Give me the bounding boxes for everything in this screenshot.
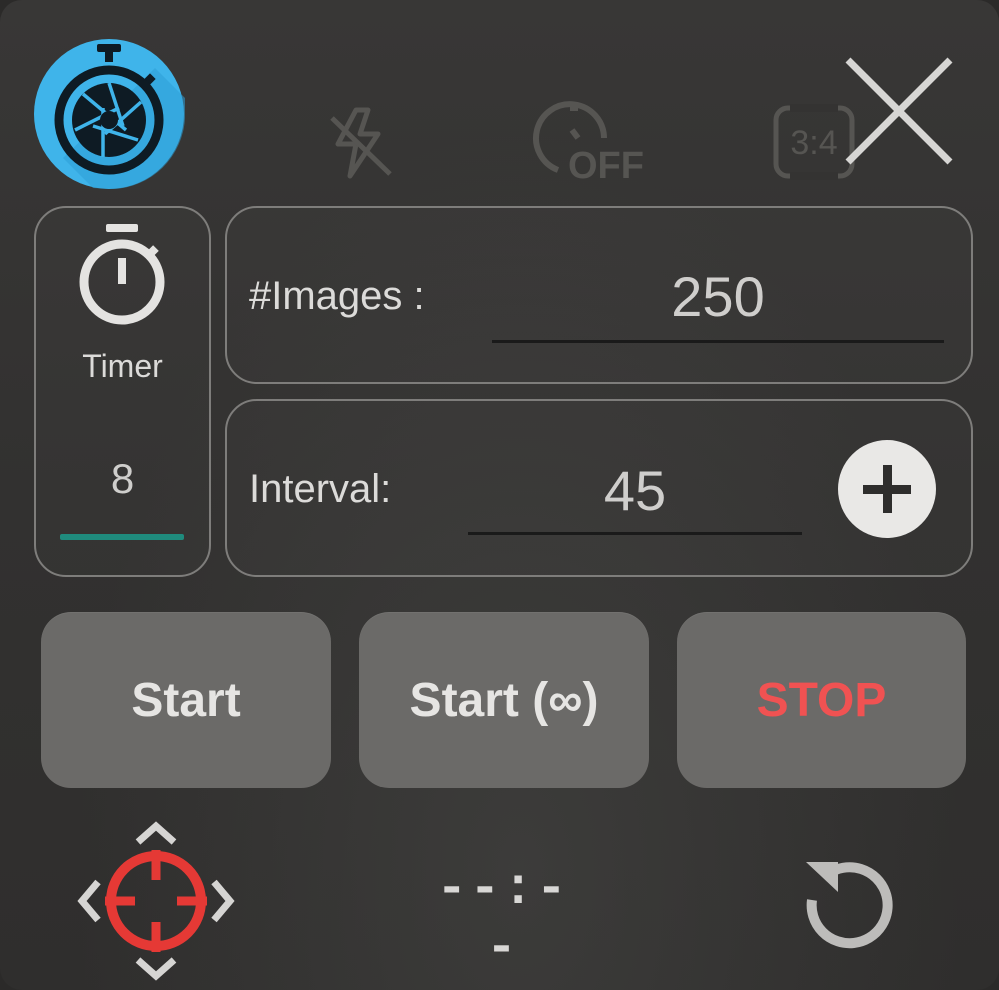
stopwatch-aperture-icon[interactable] bbox=[33, 38, 185, 190]
intervalometer-panel: OFF 3:4 Timer 8 #Images : 250 Interval: … bbox=[0, 0, 999, 990]
refresh-button[interactable] bbox=[798, 848, 900, 950]
images-label: #Images : bbox=[249, 274, 425, 318]
close-button[interactable] bbox=[840, 50, 958, 170]
interval-label: Interval: bbox=[249, 467, 392, 511]
countdown-display: --:-- bbox=[436, 860, 569, 978]
interval-input[interactable]: 45 bbox=[468, 458, 802, 523]
stopwatch-icon bbox=[74, 220, 170, 330]
interval-input-underline bbox=[468, 532, 802, 535]
crosshair-move-icon[interactable] bbox=[76, 820, 236, 982]
refresh-icon bbox=[806, 862, 893, 949]
aspect-ratio-text: 3:4 bbox=[790, 124, 837, 162]
images-input[interactable]: 250 bbox=[492, 264, 944, 329]
timer-input-underline bbox=[60, 534, 184, 540]
images-input-underline bbox=[492, 340, 944, 343]
stop-button[interactable]: STOP bbox=[677, 612, 966, 788]
start-button[interactable]: Start bbox=[41, 612, 331, 788]
plus-icon bbox=[863, 465, 911, 513]
start-infinite-button[interactable]: Start (∞) bbox=[359, 612, 649, 788]
timer-off-text: OFF bbox=[568, 145, 644, 186]
timer-off-icon[interactable]: OFF bbox=[528, 98, 646, 187]
close-icon bbox=[845, 57, 953, 165]
add-interval-button[interactable] bbox=[838, 440, 936, 538]
timer-label: Timer bbox=[82, 348, 163, 384]
timer-value[interactable]: 8 bbox=[34, 455, 211, 503]
flash-off-icon[interactable] bbox=[322, 104, 400, 182]
